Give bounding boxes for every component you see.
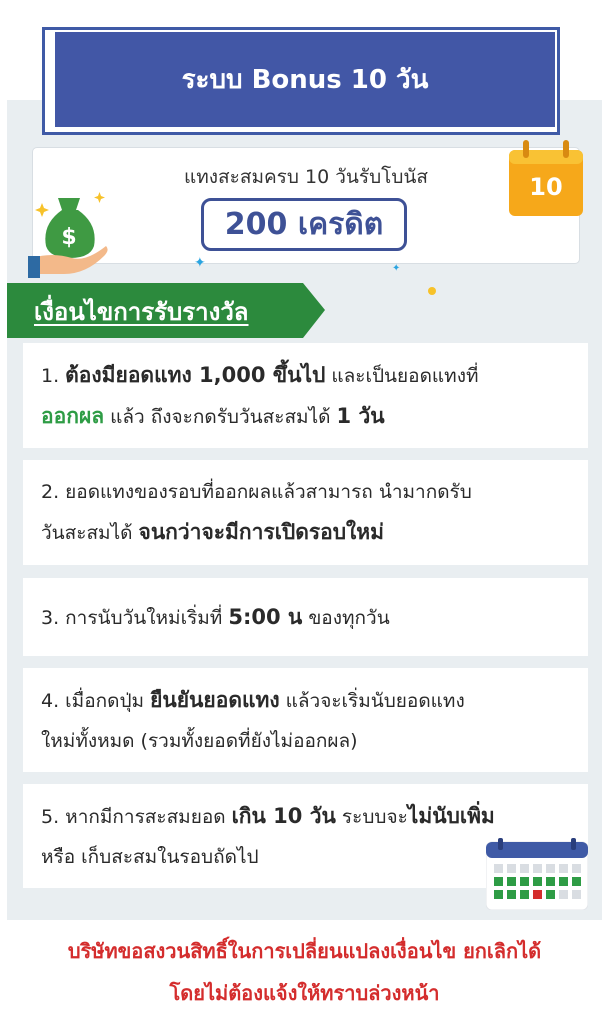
calendar-cell [507, 890, 516, 899]
page-title: ระบบ Bonus 10 วัน [55, 32, 555, 127]
condition-item-4: 4. เมื่อกดปุ่ม ยืนยันยอดแทง แล้วจะเริ่มน… [23, 668, 588, 772]
disclaimer-line-1: บริษัทขอสงวนสิทธิ์ในการเปลี่ยนแปลงเงื่อน… [67, 939, 542, 963]
calendar-cell [533, 877, 542, 886]
sparkle-icon: ✦ [392, 263, 401, 274]
money-bag-hand-icon: $ [28, 192, 108, 278]
condition-item-3: 3. การนับวันใหม่เริ่มที่ 5:00 น ของทุกวั… [23, 578, 588, 656]
condition-item-2: 2. ยอดแทงของรอบที่ออกผลแล้วสามารถ นำมากด… [23, 460, 588, 565]
calendar-cell [520, 890, 529, 899]
calendar-cell [533, 864, 542, 873]
sparkle-icon: ✦ [194, 255, 206, 271]
disclaimer-line-2: โดยไม่ต้องแจ้งให้ทราบล่วงหน้า [169, 981, 440, 1005]
calendar-cell [559, 864, 568, 873]
bonus-card: แทงสะสมครบ 10 วันรับโบนัส 200 เครดิต [33, 148, 579, 263]
calendar-day-icon: 10 [509, 140, 583, 216]
condition-item-1: 1. ต้องมียอดแทง 1,000 ขึ้นไป และเป็นยอดแ… [23, 343, 588, 448]
calendar-day-number: 10 [529, 173, 562, 201]
calendar-cell [494, 890, 503, 899]
calendar-cell [559, 877, 568, 886]
calendar-cell [546, 877, 555, 886]
decorative-dot [428, 287, 436, 295]
svg-text:$: $ [61, 225, 76, 250]
bonus-subtitle: แทงสะสมครบ 10 วันรับโบนัส [184, 166, 428, 188]
page-title-text: ระบบ Bonus 10 วัน [181, 65, 429, 95]
disclaimer: บริษัทขอสงวนสิทธิ์ในการเปลี่ยนแปลงเงื่อน… [0, 930, 609, 1014]
section-heading: เงื่อนไขการรับรางวัล [34, 298, 249, 326]
calendar-cell [572, 864, 581, 873]
calendar-cell [520, 877, 529, 886]
calendar-cell [533, 890, 542, 899]
bonus-amount: 200 เครดิต [201, 198, 407, 251]
calendar-cell [507, 877, 516, 886]
calendar-cell [572, 890, 581, 899]
calendar-cell [520, 864, 529, 873]
calendar-cell [546, 890, 555, 899]
calendar-cell [507, 864, 516, 873]
calendar-cell [494, 877, 503, 886]
calendar-cell [559, 890, 568, 899]
calendar-cell [546, 864, 555, 873]
calendar-grid-icon [486, 838, 588, 910]
calendar-cell [494, 864, 503, 873]
calendar-cell [572, 877, 581, 886]
